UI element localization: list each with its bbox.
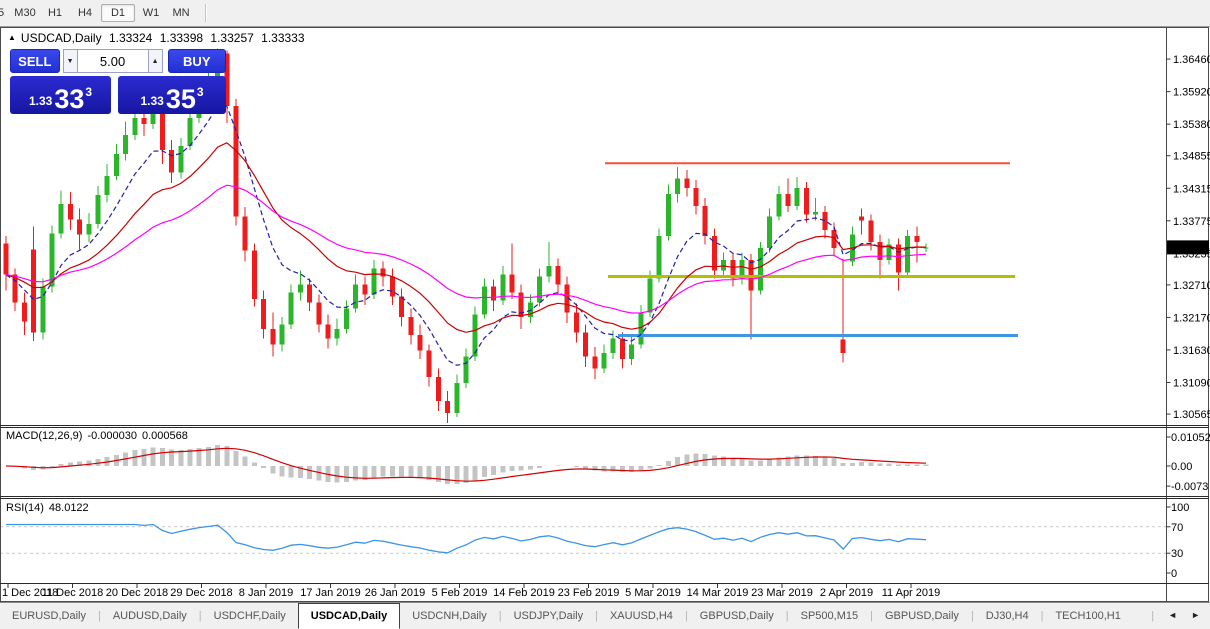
symbol-tab-eurusd-daily[interactable]: EURUSD,Daily bbox=[0, 604, 98, 628]
date-label: 14 Feb 2019 bbox=[493, 587, 555, 599]
sell-price-big: 33 bbox=[54, 86, 84, 112]
time-axis[interactable]: 1 Dec 201811 Dec 201820 Dec 201829 Dec 2… bbox=[2, 584, 940, 600]
svg-text:1.34315: 1.34315 bbox=[1173, 183, 1210, 195]
svg-text:0.00: 0.00 bbox=[1171, 461, 1192, 473]
buy-price-sup: 3 bbox=[197, 85, 204, 99]
date-label: 17 Jan 2019 bbox=[300, 587, 361, 599]
svg-text:1.36460: 1.36460 bbox=[1173, 54, 1210, 66]
tab-separator: | bbox=[1151, 610, 1154, 622]
chart-symbol-period: USDCAD,Daily bbox=[21, 31, 102, 45]
rsi-value: 48.0122 bbox=[49, 502, 89, 514]
tab-scroll-right-icon[interactable]: ► bbox=[1191, 610, 1200, 622]
symbol-tab-gbpusd-daily[interactable]: GBPUSD,Daily bbox=[873, 604, 971, 628]
symbol-tab-dj30-h4[interactable]: DJ30,H4 bbox=[974, 604, 1041, 628]
symbol-tab-tech100-h1[interactable]: TECH100,H1 bbox=[1043, 604, 1132, 628]
buy-price-big: 35 bbox=[166, 86, 196, 112]
macd-name: MACD(12,26,9) bbox=[6, 430, 82, 442]
svg-text:1.30565: 1.30565 bbox=[1173, 409, 1210, 421]
rsi-pane bbox=[0, 525, 1167, 554]
date-label: 23 Feb 2019 bbox=[558, 587, 620, 599]
symbol-tab-sp500-m15[interactable]: SP500,M15 bbox=[789, 604, 870, 628]
sell-price-sup: 3 bbox=[85, 85, 92, 99]
sell-price-display[interactable]: 1.33 33 3 bbox=[10, 76, 111, 114]
date-label: 11 Apr 2019 bbox=[882, 587, 941, 599]
sell-price-prefix: 1.33 bbox=[29, 94, 52, 108]
date-label: 29 Dec 2018 bbox=[170, 587, 232, 599]
svg-text:1.31630: 1.31630 bbox=[1173, 345, 1210, 357]
svg-text:1.33775: 1.33775 bbox=[1173, 216, 1210, 228]
tab-scroll-left-icon[interactable]: ◄ bbox=[1168, 610, 1177, 622]
symbol-tab-xauusd-h4[interactable]: XAUUSD,H4 bbox=[598, 604, 685, 628]
macd-pane bbox=[6, 445, 926, 484]
svg-text:1.32170: 1.32170 bbox=[1173, 312, 1210, 324]
macd-axis[interactable]: 0.010525 0.00 -0.0073 bbox=[1167, 432, 1210, 493]
volume-increase-button[interactable]: ▲ bbox=[148, 49, 163, 73]
one-click-trading-panel: SELL ▼ ▲ BUY 1.33 33 3 1.33 35 3 bbox=[10, 49, 226, 114]
timeframe-button-w1[interactable]: W1 bbox=[137, 4, 165, 22]
date-label: 14 Mar 2019 bbox=[687, 587, 749, 599]
timeframe-button-m30[interactable]: M30 bbox=[11, 4, 39, 22]
date-label: 5 Mar 2019 bbox=[625, 587, 681, 599]
ohlc-high: 1.33398 bbox=[160, 31, 203, 45]
rsi-name: RSI(14) bbox=[6, 502, 44, 514]
symbol-tab-gbpusd-daily[interactable]: GBPUSD,Daily bbox=[688, 604, 786, 628]
chart-title: ▲ USDCAD,Daily 1.33324 1.33398 1.33257 1.… bbox=[8, 31, 309, 45]
svg-text:1.35920: 1.35920 bbox=[1173, 87, 1210, 99]
symbol-tab-usdjpy-daily[interactable]: USDJPY,Daily bbox=[502, 604, 596, 628]
date-label: 26 Jan 2019 bbox=[365, 587, 426, 599]
sell-button[interactable]: SELL bbox=[10, 49, 60, 73]
buy-price-prefix: 1.33 bbox=[140, 94, 163, 108]
collapse-chart-icon[interactable]: ▲ bbox=[8, 33, 16, 42]
ohlc-close: 1.33333 bbox=[261, 31, 304, 45]
buy-button[interactable]: BUY bbox=[168, 49, 226, 73]
current-price-label: 1.33333 bbox=[1170, 242, 1210, 254]
svg-text:1.31090: 1.31090 bbox=[1173, 377, 1210, 389]
moving-averages bbox=[6, 106, 926, 365]
symbol-tab-bar: EURUSD,Daily|AUDUSD,Daily|USDCHF,DailyUS… bbox=[0, 602, 1210, 629]
macd-signal-value: 0.000568 bbox=[142, 430, 188, 442]
ohlc-low: 1.33257 bbox=[210, 31, 253, 45]
horizontal-lines bbox=[605, 163, 1018, 335]
svg-text:100: 100 bbox=[1171, 502, 1189, 514]
date-label: 8 Jan 2019 bbox=[239, 587, 293, 599]
volume-input[interactable] bbox=[78, 49, 148, 73]
timeframe-toolbar: 5M30H1H4D1W1MN bbox=[0, 0, 1210, 27]
timeframe-button-d1[interactable]: D1 bbox=[101, 4, 135, 22]
date-label: 23 Mar 2019 bbox=[751, 587, 813, 599]
price-axis[interactable]: 1.36460 1.35920 1.35380 1.34855 1.34315 1.337… bbox=[1167, 54, 1210, 421]
ohlc-open: 1.33324 bbox=[109, 31, 152, 45]
svg-text:1.34855: 1.34855 bbox=[1173, 151, 1210, 163]
timeframe-button-5[interactable]: 5 bbox=[0, 4, 9, 22]
volume-decrease-button[interactable]: ▼ bbox=[63, 49, 78, 73]
symbol-tab-usdchf-daily[interactable]: USDCHF,Daily bbox=[202, 604, 298, 628]
date-label: 20 Dec 2018 bbox=[106, 587, 168, 599]
svg-text:1.35380: 1.35380 bbox=[1173, 119, 1210, 131]
toolbar-separator bbox=[205, 4, 207, 22]
svg-text:30: 30 bbox=[1171, 548, 1183, 560]
svg-text:-0.0073: -0.0073 bbox=[1171, 481, 1208, 493]
timeframe-button-h4[interactable]: H4 bbox=[71, 4, 99, 22]
macd-main-value: -0.000030 bbox=[87, 430, 137, 442]
svg-text:1.32710: 1.32710 bbox=[1173, 280, 1210, 292]
tab-scroll-controls: | ◄ ► bbox=[1137, 610, 1200, 622]
buy-price-display[interactable]: 1.33 35 3 bbox=[118, 76, 226, 114]
macd-indicator-label: MACD(12,26,9) -0.000030 0.000568 bbox=[6, 430, 193, 442]
svg-text:0: 0 bbox=[1171, 568, 1177, 580]
timeframe-button-h1[interactable]: H1 bbox=[41, 4, 69, 22]
rsi-indicator-label: RSI(14) 48.0122 bbox=[6, 502, 94, 514]
date-label: 2 Apr 2019 bbox=[820, 587, 873, 599]
rsi-axis[interactable]: 100 70 30 0 bbox=[1167, 502, 1190, 580]
svg-text:70: 70 bbox=[1171, 522, 1183, 534]
timeframe-button-mn[interactable]: MN bbox=[167, 4, 195, 22]
symbol-tab-audusd-daily[interactable]: AUDUSD,Daily bbox=[101, 604, 199, 628]
date-label: 5 Feb 2019 bbox=[432, 587, 488, 599]
symbol-tab-usdcad-daily[interactable]: USDCAD,Daily bbox=[298, 603, 400, 629]
symbol-tab-usdcnh-daily[interactable]: USDCNH,Daily bbox=[400, 604, 499, 628]
date-label: 11 Dec 2018 bbox=[42, 587, 104, 599]
svg-text:0.010525: 0.010525 bbox=[1171, 432, 1210, 444]
